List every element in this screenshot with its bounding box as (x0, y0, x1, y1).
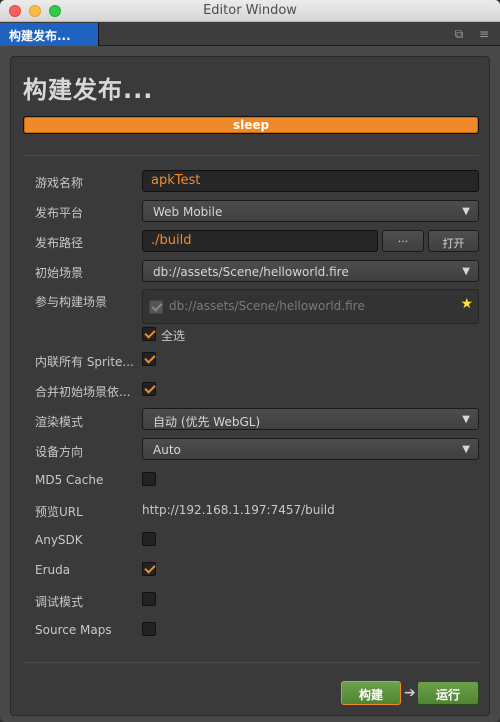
build-button[interactable]: 构建 (341, 681, 401, 705)
render-mode-select[interactable]: 自动 (优先 WebGL) ▼ (142, 408, 479, 430)
menu-icon[interactable]: ≡ (477, 27, 491, 41)
debug-mode-checkbox[interactable] (142, 592, 156, 606)
anysdk-label: AnySDK (35, 533, 83, 547)
render-mode-value: 自动 (优先 WebGL) (153, 415, 261, 429)
run-button[interactable]: 运行 (417, 681, 479, 705)
scene-checkbox[interactable] (149, 300, 163, 314)
browse-path-button[interactable]: ··· (382, 230, 424, 252)
eruda-label: Eruda (35, 563, 71, 577)
source-maps-label: Source Maps (35, 623, 112, 637)
select-all-checkbox[interactable] (142, 327, 156, 341)
orientation-select[interactable]: Auto ▼ (142, 438, 479, 460)
divider (23, 662, 479, 663)
arrow-right-icon: ➔ (404, 685, 416, 701)
platform-label: 发布平台 (35, 206, 84, 220)
editor-window: Editor Window 构建发布... ⧉ ≡ 构建发布... sleep … (0, 0, 500, 722)
debug-mode-label: 调试模式 (35, 595, 84, 609)
orientation-label: 设备方向 (35, 445, 84, 459)
start-scene-label: 初始场景 (35, 266, 84, 280)
preview-url-label: 预览URL (35, 505, 83, 519)
page-title: 构建发布... (23, 76, 154, 104)
orientation-value: Auto (153, 443, 181, 457)
md5-cache-checkbox[interactable] (142, 472, 156, 486)
select-all-label: 全选 (161, 329, 186, 343)
tab-bar: 构建发布... ⧉ ≡ (0, 22, 500, 46)
start-scene-value: db://assets/Scene/helloworld.fire (153, 265, 349, 279)
preview-url-value[interactable]: http://192.168.1.197:7457/build (142, 503, 335, 517)
anysdk-checkbox[interactable] (142, 532, 156, 546)
window-title: Editor Window (203, 3, 297, 18)
start-scene-select[interactable]: db://assets/Scene/helloworld.fire ▼ (142, 260, 479, 282)
source-maps-checkbox[interactable] (142, 622, 156, 636)
md5-cache-label: MD5 Cache (35, 473, 104, 487)
merge-start-scene-checkbox[interactable] (142, 382, 156, 396)
inline-sprite-checkbox[interactable] (142, 352, 156, 366)
build-path-label: 发布路径 (35, 236, 84, 250)
restore-icon[interactable]: ⧉ (452, 27, 466, 41)
title-bar: Editor Window (0, 0, 500, 22)
inline-sprite-label: 内联所有 Sprite... (35, 355, 134, 369)
build-panel: 构建发布... sleep 游戏名称 apkTest 发布平台 Web Mobi… (10, 56, 490, 716)
merge-start-scene-label: 合并初始场景依... (35, 385, 131, 399)
eruda-checkbox[interactable] (142, 562, 156, 576)
chevron-down-icon: ▼ (462, 444, 470, 455)
build-progress-bar: sleep (23, 116, 479, 134)
progress-status-text: sleep (232, 118, 270, 132)
game-name-label: 游戏名称 (35, 176, 84, 190)
open-path-button[interactable]: 打开 (428, 230, 479, 252)
scene-list-item: db://assets/Scene/helloworld.fire (169, 299, 365, 313)
scene-list: db://assets/Scene/helloworld.fire ★ (142, 289, 479, 324)
render-mode-label: 渲染模式 (35, 415, 84, 429)
chevron-down-icon: ▼ (462, 266, 470, 277)
tab-build-publish[interactable]: 构建发布... (0, 23, 99, 46)
chevron-down-icon: ▼ (462, 206, 470, 217)
game-name-input[interactable]: apkTest (142, 170, 479, 192)
platform-select[interactable]: Web Mobile ▼ (142, 200, 479, 222)
platform-value: Web Mobile (153, 205, 223, 219)
star-icon: ★ (460, 296, 473, 312)
chevron-down-icon: ▼ (462, 414, 470, 425)
divider (23, 155, 479, 156)
build-path-input[interactable]: ./build (142, 230, 378, 252)
included-scenes-label: 参与构建场景 (35, 295, 108, 309)
